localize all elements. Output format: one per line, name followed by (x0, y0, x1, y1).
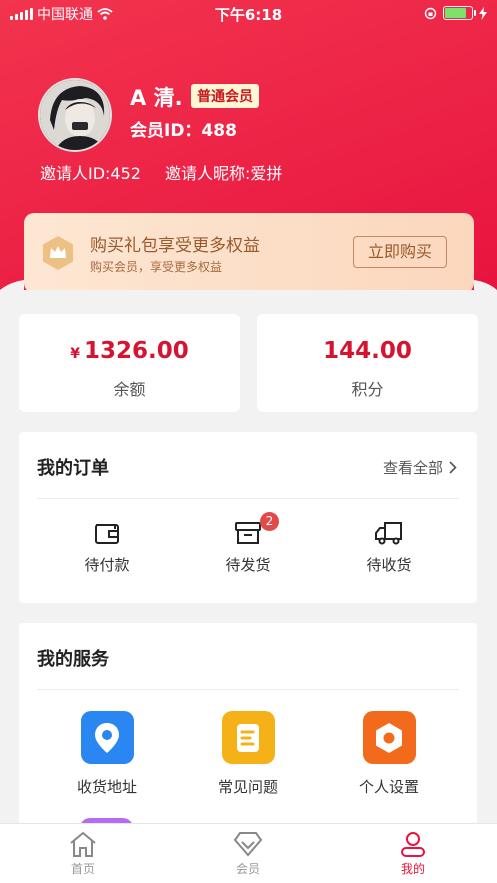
order-label: 待发货 (225, 556, 271, 574)
order-label: 待付款 (84, 556, 130, 574)
service-faq[interactable]: 常见问题 (193, 711, 303, 797)
services-section: 我的服务 收货地址 常见问题 个人设置 (19, 623, 477, 833)
points-label: 积分 (351, 380, 384, 399)
order-label: 待收货 (366, 556, 412, 574)
tab-mine[interactable]: 我的 (363, 830, 463, 877)
view-all-orders-link[interactable]: 查看全部 (383, 457, 457, 478)
faq-doc-icon (221, 711, 275, 764)
service-label: 常见问题 (217, 778, 278, 796)
settings-hexagon-icon (362, 711, 416, 764)
tab-label: 首页 (70, 862, 95, 876)
tab-home[interactable]: 首页 (33, 830, 133, 877)
balance-amount: 1326.00 (83, 338, 189, 364)
status-time: 下午6:18 (214, 6, 283, 24)
battery-level (445, 8, 466, 18)
tab-bar: 首页 会员 我的 (0, 823, 497, 883)
tab-label: 我的 (400, 862, 425, 876)
service-label: 收货地址 (76, 778, 137, 796)
header-curve (0, 280, 497, 306)
member-level-badge: 普通会员 (191, 84, 259, 108)
user-name: A 清. (130, 86, 183, 110)
tab-label: 会员 (235, 862, 260, 876)
order-pending-shipment[interactable]: 2 待发货 (198, 512, 298, 575)
user-icon (401, 832, 425, 857)
inviter-nickname: 邀请人昵称:爱拼 (165, 164, 283, 183)
member-id: 会员ID：488 (130, 121, 237, 141)
rotation-lock-icon (424, 7, 437, 19)
service-settings[interactable]: 个人设置 (334, 711, 444, 797)
battery-icon (443, 6, 476, 20)
balance-value: ¥1326.00 (19, 338, 240, 364)
balance-label: 余额 (113, 380, 146, 399)
vip-banner-subtitle: 购买会员，享受更多权益 (90, 260, 223, 274)
vip-banner-title: 购买礼包享受更多权益 (90, 236, 260, 256)
home-icon (70, 831, 96, 857)
service-address[interactable]: 收货地址 (52, 711, 162, 797)
points-card[interactable]: 144.00 积分 (257, 314, 478, 412)
balance-card[interactable]: ¥1326.00 余额 (19, 314, 240, 412)
services-title: 我的服务 (37, 649, 109, 670)
box-icon (235, 522, 261, 544)
services-divider (37, 689, 459, 690)
buy-now-button[interactable]: 立即购买 (353, 236, 447, 268)
charging-icon (479, 6, 487, 20)
truck-icon (375, 522, 402, 545)
crown-hexagon-icon (43, 236, 73, 270)
location-pin-icon (80, 711, 134, 764)
avatar[interactable] (38, 78, 112, 152)
service-label: 个人设置 (358, 778, 419, 796)
points-value: 144.00 (323, 338, 412, 364)
chevron-right-icon (449, 461, 457, 474)
orders-section: 我的订单 查看全部 待付款 2 待发货 待收货 (19, 432, 477, 603)
diamond-icon (233, 832, 263, 857)
wallet-icon (95, 524, 119, 544)
currency-symbol: ¥ (70, 346, 80, 362)
view-all-label: 查看全部 (382, 459, 443, 477)
order-pending-receipt[interactable]: 待收货 (339, 520, 439, 575)
orders-title: 我的订单 (37, 458, 109, 479)
orders-divider (37, 498, 459, 499)
order-pending-payment[interactable]: 待付款 (57, 520, 157, 575)
tab-membership[interactable]: 会员 (198, 830, 298, 877)
inviter-id: 邀请人ID:452 (40, 164, 141, 183)
status-bar: 中国联通 下午6:18 (0, 0, 497, 26)
pending-shipment-badge: 2 (260, 512, 279, 531)
